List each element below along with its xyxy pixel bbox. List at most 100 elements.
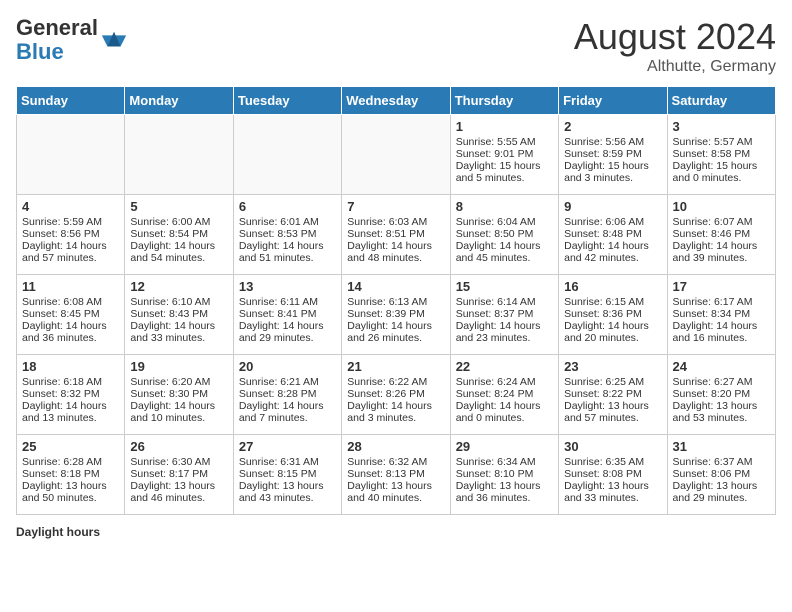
day-header-saturday: Saturday: [667, 87, 775, 115]
day-info: Sunrise: 6:18 AM: [22, 376, 119, 388]
day-info: Sunrise: 5:56 AM: [564, 136, 661, 148]
table-row: 3Sunrise: 5:57 AMSunset: 8:58 PMDaylight…: [667, 115, 775, 195]
day-number: 3: [673, 119, 770, 134]
day-info: and 23 minutes.: [456, 332, 553, 344]
logo: General Blue: [16, 16, 128, 64]
day-number: 1: [456, 119, 553, 134]
day-info: Sunset: 8:06 PM: [673, 468, 770, 480]
day-info: Sunset: 8:53 PM: [239, 228, 336, 240]
day-info: Sunset: 8:30 PM: [130, 388, 227, 400]
day-info: Sunset: 8:15 PM: [239, 468, 336, 480]
day-number: 6: [239, 199, 336, 214]
day-number: 31: [673, 439, 770, 454]
table-row: 24Sunrise: 6:27 AMSunset: 8:20 PMDayligh…: [667, 355, 775, 435]
day-info: Daylight: 14 hours: [239, 400, 336, 412]
day-info: Daylight: 14 hours: [130, 240, 227, 252]
day-number: 11: [22, 279, 119, 294]
day-info: and 20 minutes.: [564, 332, 661, 344]
day-info: Daylight: 14 hours: [456, 240, 553, 252]
day-info: Daylight: 13 hours: [456, 480, 553, 492]
day-number: 25: [22, 439, 119, 454]
day-info: Sunset: 8:18 PM: [22, 468, 119, 480]
table-row: 1 Sunrise: 5:55 AMSunset: 9:01 PMDaylight…: [450, 115, 558, 195]
day-info: Sunrise: 6:00 AM: [130, 216, 227, 228]
day-info: Daylight: 15 hours: [564, 160, 661, 172]
table-row: 30Sunrise: 6:35 AMSunset: 8:08 PMDayligh…: [559, 435, 667, 515]
table-row: 10Sunrise: 6:07 AMSunset: 8:46 PMDayligh…: [667, 195, 775, 275]
day-info: Sunset: 8:50 PM: [456, 228, 553, 240]
day-header-wednesday: Wednesday: [342, 87, 450, 115]
day-info: Sunrise: 6:10 AM: [130, 296, 227, 308]
day-number: 14: [347, 279, 444, 294]
day-info: Sunrise: 6:13 AM: [347, 296, 444, 308]
day-info: Sunset: 8:22 PM: [564, 388, 661, 400]
day-info: Sunset: 8:45 PM: [22, 308, 119, 320]
day-info: Sunset: 8:37 PM: [456, 308, 553, 320]
table-row: 18Sunrise: 6:18 AMSunset: 8:32 PMDayligh…: [17, 355, 125, 435]
day-info: Daylight: 13 hours: [564, 480, 661, 492]
day-number: 29: [456, 439, 553, 454]
day-number: 27: [239, 439, 336, 454]
day-info: Sunrise: 6:30 AM: [130, 456, 227, 468]
day-info: Sunrise: 6:34 AM: [456, 456, 553, 468]
table-row: 26Sunrise: 6:30 AMSunset: 8:17 PMDayligh…: [125, 435, 233, 515]
day-info: Sunset: 8:43 PM: [130, 308, 227, 320]
day-info: Sunrise: 6:17 AM: [673, 296, 770, 308]
day-number: 12: [130, 279, 227, 294]
day-info: Daylight: 14 hours: [130, 400, 227, 412]
day-info: Daylight: 15 hours: [456, 160, 553, 172]
day-info: and 57 minutes.: [564, 412, 661, 424]
logo-blue: Blue: [16, 39, 64, 64]
day-info: and 53 minutes.: [673, 412, 770, 424]
day-info: Daylight: 13 hours: [239, 480, 336, 492]
day-info: and 36 minutes.: [456, 492, 553, 504]
day-info: Sunrise: 6:01 AM: [239, 216, 336, 228]
table-row: [125, 115, 233, 195]
day-info: Sunset: 8:46 PM: [673, 228, 770, 240]
day-info: and 46 minutes.: [130, 492, 227, 504]
day-info: Sunrise: 6:32 AM: [347, 456, 444, 468]
day-info: Daylight: 15 hours: [673, 160, 770, 172]
table-row: 22Sunrise: 6:24 AMSunset: 8:24 PMDayligh…: [450, 355, 558, 435]
table-row: 2Sunrise: 5:56 AMSunset: 8:59 PMDaylight…: [559, 115, 667, 195]
day-info: Daylight: 14 hours: [347, 240, 444, 252]
table-row: 13Sunrise: 6:11 AMSunset: 8:41 PMDayligh…: [233, 275, 341, 355]
day-info: Sunset: 8:39 PM: [347, 308, 444, 320]
day-info: and 3 minutes.: [564, 172, 661, 184]
day-info: Sunset: 8:34 PM: [673, 308, 770, 320]
table-row: 16Sunrise: 6:15 AMSunset: 8:36 PMDayligh…: [559, 275, 667, 355]
day-number: 30: [564, 439, 661, 454]
day-number: 9: [564, 199, 661, 214]
day-number: 21: [347, 359, 444, 374]
day-info: and 42 minutes.: [564, 252, 661, 264]
table-row: 15Sunrise: 6:14 AMSunset: 8:37 PMDayligh…: [450, 275, 558, 355]
day-info: and 13 minutes.: [22, 412, 119, 424]
table-row: 4Sunrise: 5:59 AMSunset: 8:56 PMDaylight…: [17, 195, 125, 275]
day-info: Sunrise: 6:08 AM: [22, 296, 119, 308]
table-row: 21Sunrise: 6:22 AMSunset: 8:26 PMDayligh…: [342, 355, 450, 435]
day-number: 16: [564, 279, 661, 294]
table-row: 27Sunrise: 6:31 AMSunset: 8:15 PMDayligh…: [233, 435, 341, 515]
table-row: [233, 115, 341, 195]
day-info: Sunset: 8:54 PM: [130, 228, 227, 240]
day-info: Sunrise: 5:55 AM: [456, 136, 553, 148]
day-info: Sunset: 8:26 PM: [347, 388, 444, 400]
table-row: 5Sunrise: 6:00 AMSunset: 8:54 PMDaylight…: [125, 195, 233, 275]
day-info: Daylight: 14 hours: [239, 240, 336, 252]
day-info: and 7 minutes.: [239, 412, 336, 424]
table-row: 14Sunrise: 6:13 AMSunset: 8:39 PMDayligh…: [342, 275, 450, 355]
day-info: Sunset: 8:48 PM: [564, 228, 661, 240]
day-info: Daylight: 13 hours: [130, 480, 227, 492]
day-info: and 36 minutes.: [22, 332, 119, 344]
day-info: and 16 minutes.: [673, 332, 770, 344]
day-info: Sunset: 8:36 PM: [564, 308, 661, 320]
logo-general: General: [16, 15, 98, 40]
table-row: 19Sunrise: 6:20 AMSunset: 8:30 PMDayligh…: [125, 355, 233, 435]
page-header: General Blue August 2024 Althutte, Germa…: [16, 16, 776, 76]
day-info: Daylight: 13 hours: [673, 480, 770, 492]
table-row: [17, 115, 125, 195]
location: Althutte, Germany: [574, 58, 776, 76]
day-info: Sunset: 8:10 PM: [456, 468, 553, 480]
day-number: 20: [239, 359, 336, 374]
day-info: Sunset: 9:01 PM: [456, 148, 553, 160]
